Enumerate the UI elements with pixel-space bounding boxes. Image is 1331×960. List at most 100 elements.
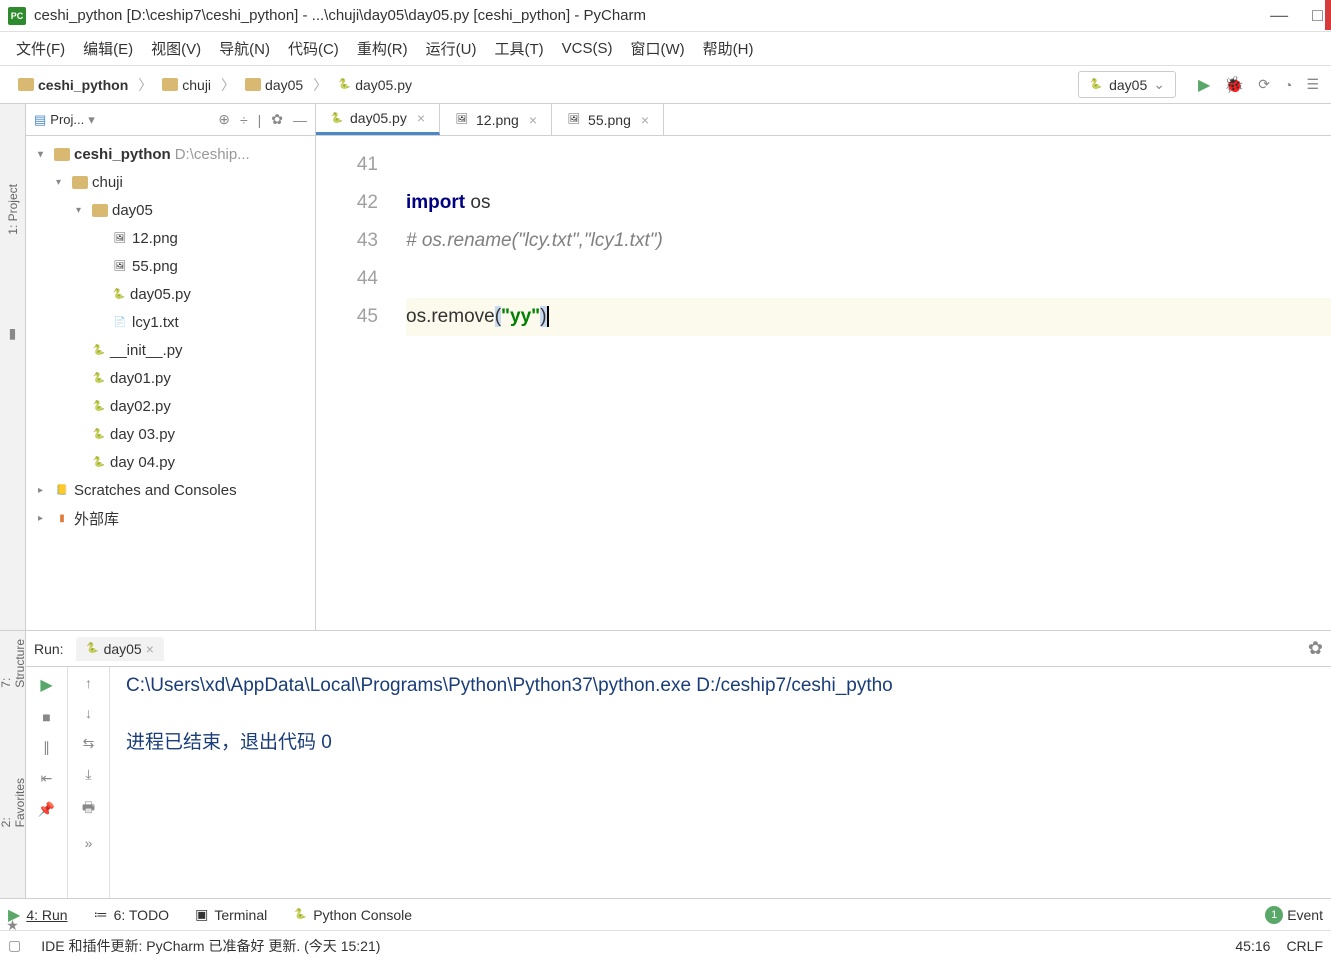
rail-project[interactable]: 1: Project xyxy=(6,184,20,235)
run-configuration-select[interactable]: 🐍 day05 ⌄ xyxy=(1078,71,1176,98)
terminal-icon: ▣ xyxy=(195,906,208,923)
editor-tab-day05[interactable]: 🐍day05.py× xyxy=(316,104,440,135)
tool-terminal[interactable]: ▣ Terminal xyxy=(195,906,267,923)
menu-file[interactable]: 文件(F) xyxy=(16,38,65,59)
editor-body[interactable]: 41 42 43 44 45 import os # os.rename("lc… xyxy=(316,136,1331,630)
rail-structure[interactable]: 7: Structure xyxy=(0,639,27,688)
tree-scratches[interactable]: ▸📒 Scratches and Consoles xyxy=(26,476,315,504)
tree-file[interactable]: 🐍 day 03.py xyxy=(26,420,315,448)
run-coverage-button[interactable]: ⟳ xyxy=(1258,76,1270,93)
menu-vcs[interactable]: VCS(S) xyxy=(562,40,613,57)
hide-panel-icon[interactable]: — xyxy=(293,112,307,128)
folder-icon xyxy=(72,176,88,189)
rerun-button[interactable]: ▶ xyxy=(40,675,52,695)
menu-run[interactable]: 运行(U) xyxy=(426,38,477,59)
profile-button[interactable]: ◔ xyxy=(1284,77,1292,93)
exit-button[interactable]: ⇤ xyxy=(41,770,53,787)
console-output[interactable]: C:\Users\xd\AppData\Local\Programs\Pytho… xyxy=(110,667,1331,898)
tree-file[interactable]: 🖼 55.png xyxy=(26,252,315,280)
collapse-icon[interactable]: ÷ xyxy=(240,112,248,128)
event-log-button[interactable]: 1Event xyxy=(1265,906,1323,924)
code-text: os.remove xyxy=(406,306,495,327)
window-close-edge[interactable] xyxy=(1325,0,1331,30)
tree-folder-day05[interactable]: ▾ day05 xyxy=(26,196,315,224)
stop-button[interactable]: ■ xyxy=(42,709,50,725)
tree-folder-chuji[interactable]: ▾ chuji xyxy=(26,168,315,196)
scroll-down-icon[interactable]: ↓ xyxy=(85,705,92,721)
folder-rail-icon[interactable]: ▮ xyxy=(9,325,17,342)
locate-icon[interactable]: ⊕ xyxy=(218,111,230,128)
breadcrumb-root[interactable]: ceshi_python xyxy=(12,75,134,95)
run-tab[interactable]: 🐍day05 × xyxy=(76,637,164,661)
status-message[interactable]: IDE 和插件更新: PyCharm 已准备好 更新. (今天 15:21) xyxy=(41,936,1215,956)
rail-favorites[interactable]: 2: Favorites xyxy=(0,778,27,827)
minimize-button[interactable]: — xyxy=(1270,5,1288,26)
caret-right-icon: ▸ xyxy=(38,485,50,496)
tree-label: day01.py xyxy=(110,370,171,387)
tree-external-libs[interactable]: ▸▮ 外部库 xyxy=(26,504,315,532)
tree-file[interactable]: 📄 lcy1.txt xyxy=(26,308,315,336)
close-tab-icon[interactable]: × xyxy=(146,641,154,657)
line-separator[interactable]: CRLF xyxy=(1286,938,1323,954)
status-bar: ▢ IDE 和插件更新: PyCharm 已准备好 更新. (今天 15:21)… xyxy=(0,930,1331,960)
breadcrumb-label: day05.py xyxy=(355,77,412,93)
menu-window[interactable]: 窗口(W) xyxy=(630,38,684,59)
find-action-button[interactable]: ☰ xyxy=(1306,76,1319,93)
expand-icon[interactable]: » xyxy=(85,835,93,851)
maximize-button[interactable]: □ xyxy=(1312,5,1323,26)
caret-down-icon: ▾ xyxy=(76,205,88,216)
editor-area: 🐍day05.py× 🖼12.png× 🖼55.png× 41 42 43 44… xyxy=(316,104,1331,630)
hide-tool-windows-icon[interactable]: ▢ xyxy=(8,937,21,954)
caret-position[interactable]: 45:16 xyxy=(1235,938,1270,954)
close-tab-icon[interactable]: × xyxy=(641,112,649,128)
tool-run[interactable]: ▶4: Run xyxy=(8,905,68,925)
close-tab-icon[interactable]: × xyxy=(417,110,425,126)
menu-code[interactable]: 代码(C) xyxy=(288,38,339,59)
code-bracket: ) xyxy=(540,306,546,327)
tree-file[interactable]: 🐍 day01.py xyxy=(26,364,315,392)
project-panel-title[interactable]: Proj... xyxy=(50,112,84,127)
pause-button[interactable]: ∥ xyxy=(43,739,50,756)
menu-help[interactable]: 帮助(H) xyxy=(703,38,754,59)
scroll-to-end-icon[interactable]: ⤓ xyxy=(85,766,91,783)
code-area[interactable]: import os # os.rename("lcy.txt","lcy1.tx… xyxy=(406,136,1331,630)
folder-icon xyxy=(162,78,178,91)
tree-root[interactable]: ▾ ceshi_python D:\ceship... xyxy=(26,140,315,168)
tree-file[interactable]: 🐍 __init__.py xyxy=(26,336,315,364)
tree-file[interactable]: 🐍 day02.py xyxy=(26,392,315,420)
breadcrumb-file[interactable]: 🐍day05.py xyxy=(331,75,418,95)
breadcrumb-chuji[interactable]: chuji xyxy=(156,75,217,95)
code-string: "yy" xyxy=(501,306,540,327)
tree-file[interactable]: 🐍 day 04.py xyxy=(26,448,315,476)
tool-todo[interactable]: ≔6: TODO xyxy=(94,906,170,923)
breadcrumb-day05[interactable]: day05 xyxy=(239,75,309,95)
close-tab-icon[interactable]: × xyxy=(529,112,537,128)
editor-tab-55png[interactable]: 🖼55.png× xyxy=(552,104,664,135)
tree-label: lcy1.txt xyxy=(132,314,179,331)
debug-button[interactable]: 🐞 xyxy=(1224,75,1244,95)
settings-icon[interactable]: ✿ xyxy=(271,111,283,128)
main-area: 1: Project ▮ ▤Proj...▾ ⊕ ÷ | ✿ — ▾ ceshi… xyxy=(0,104,1331,630)
menu-refactor[interactable]: 重构(R) xyxy=(357,38,408,59)
tool-python-console[interactable]: 🐍Python Console xyxy=(293,907,412,923)
menu-edit[interactable]: 编辑(E) xyxy=(83,38,133,59)
tree-file[interactable]: 🐍 day05.py xyxy=(26,280,315,308)
scratches-icon: 📒 xyxy=(54,482,70,498)
soft-wrap-icon[interactable]: ⇆ xyxy=(83,735,95,752)
menu-tools[interactable]: 工具(T) xyxy=(494,38,543,59)
menu-view[interactable]: 视图(V) xyxy=(151,38,201,59)
tool-label: Terminal xyxy=(214,907,267,923)
project-tree[interactable]: ▾ ceshi_python D:\ceship... ▾ chuji ▾ da… xyxy=(26,136,315,630)
editor-tab-12png[interactable]: 🖼12.png× xyxy=(440,104,552,135)
code-line xyxy=(406,260,1331,298)
left-tool-rail: 1: Project ▮ xyxy=(0,104,26,630)
menu-navigate[interactable]: 导航(N) xyxy=(219,38,270,59)
run-button[interactable]: ▶ xyxy=(1198,75,1210,95)
pin-button[interactable]: 📌 xyxy=(38,801,55,818)
run-settings-icon[interactable]: ✿ xyxy=(1308,638,1323,659)
left-tool-rail-lower: 7: Structure 2: Favorites ★ xyxy=(0,631,26,898)
scroll-up-icon[interactable]: ↑ xyxy=(85,675,92,691)
python-file-icon: 🐍 xyxy=(1089,78,1103,92)
print-icon[interactable]: 🖶 xyxy=(82,797,95,821)
tree-file[interactable]: 🖼 12.png xyxy=(26,224,315,252)
